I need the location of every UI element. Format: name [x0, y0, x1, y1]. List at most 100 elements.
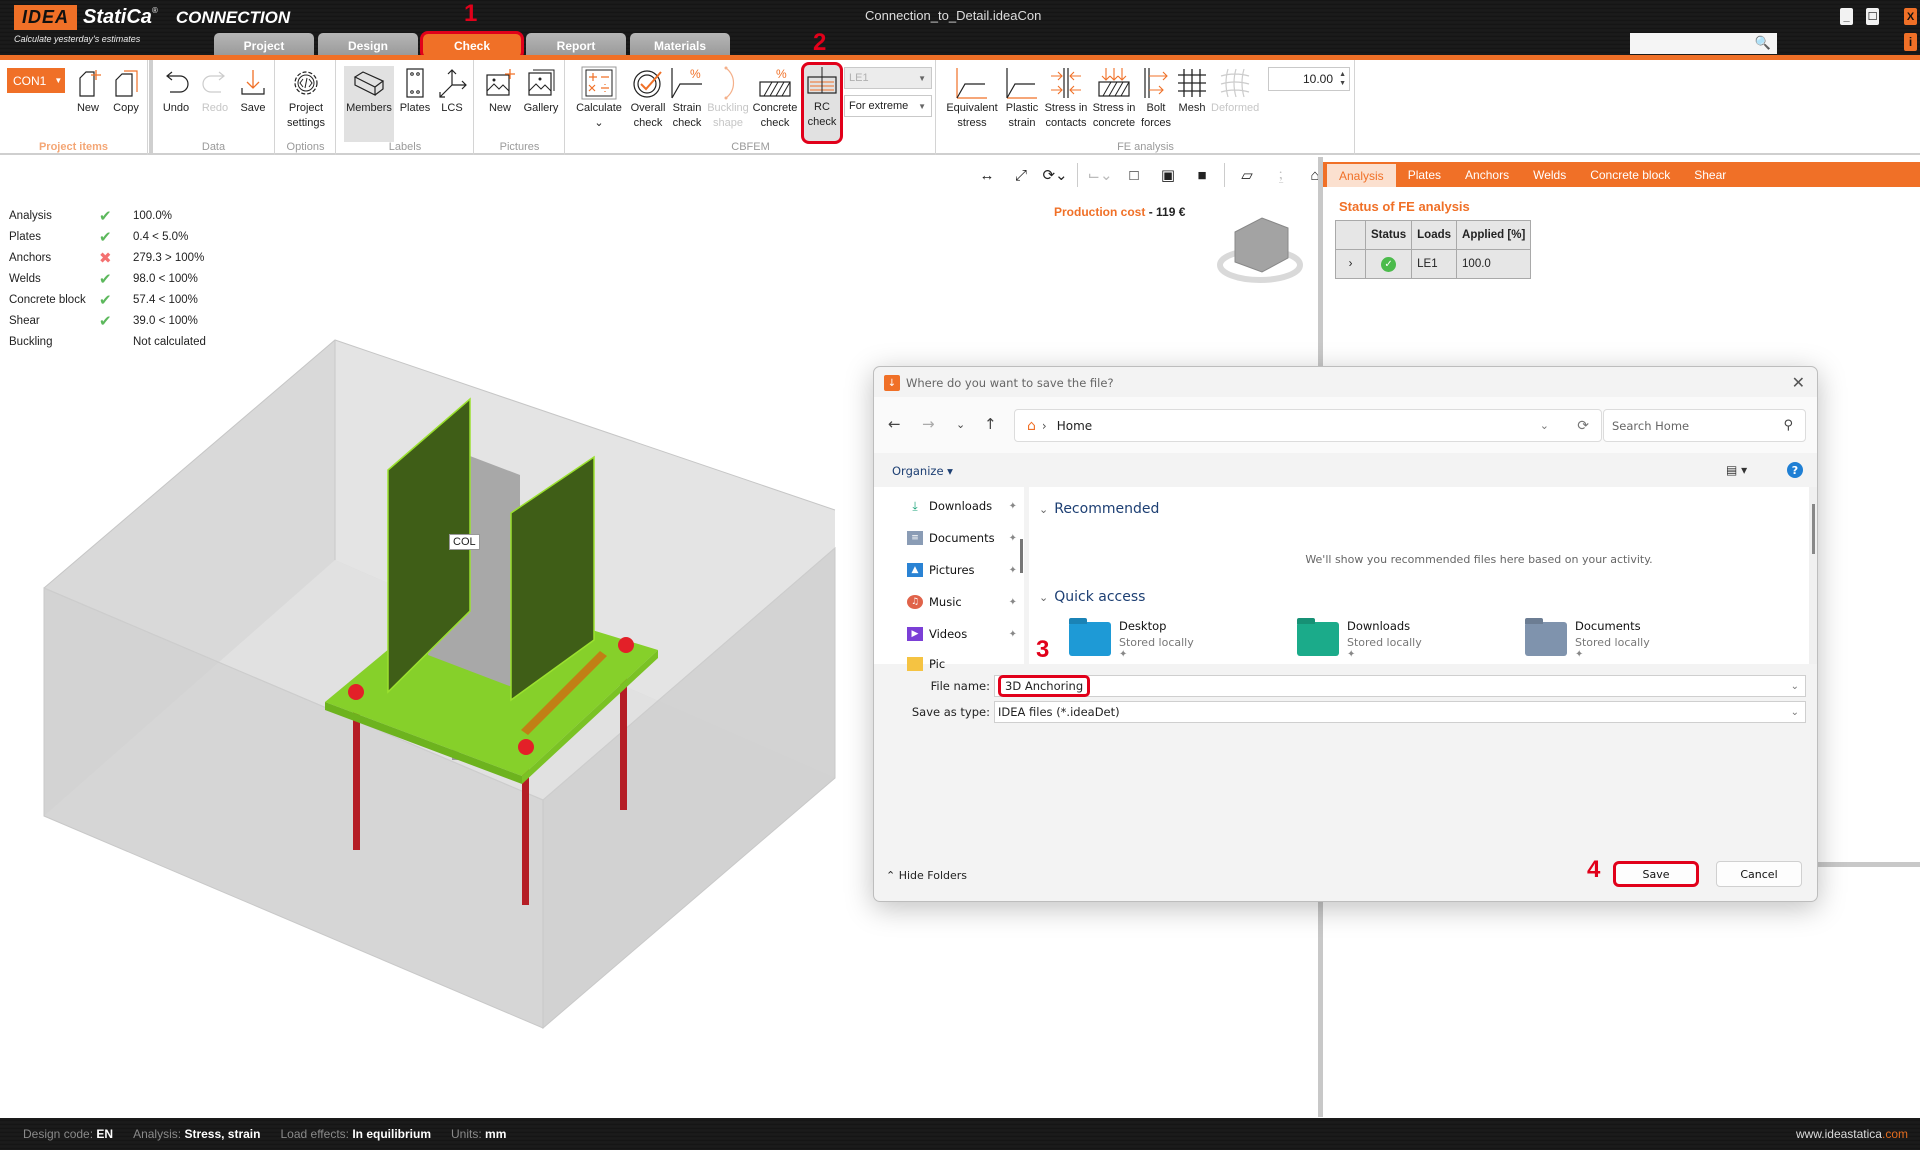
new-item-button[interactable]: New [70, 66, 106, 116]
horizontal-splitter[interactable] [1818, 862, 1920, 867]
dialog-search-input[interactable]: Search Home ⚲ [1603, 409, 1806, 442]
close-button[interactable]: X [1904, 8, 1917, 25]
table-row[interactable]: › ✓ LE1 100.0 [1335, 249, 1532, 279]
file-name-input[interactable]: 3D Anchoring ⌄ [994, 675, 1806, 697]
rc-check-button[interactable]: RC check [801, 62, 843, 144]
transparent-icon[interactable]: ▣ [1156, 164, 1180, 186]
section-icon[interactable]: ⍮ [1269, 164, 1293, 186]
nav-item-videos[interactable]: ▶ Videos ✦ [907, 627, 1017, 641]
quick-access-section-header[interactable]: ⌄ Quick access [1039, 589, 1145, 605]
group-project-items: CON1 ▼ New Copy Project items [0, 60, 148, 155]
pin-icon: ✦ [1008, 532, 1017, 544]
quick-access-downloads[interactable]: Downloads Stored locally ✦ [1297, 619, 1422, 660]
spinner-arrows-icon[interactable]: ▲ ▼ [1339, 70, 1346, 88]
recommended-section-header[interactable]: ⌄ Recommended [1039, 501, 1159, 517]
up-icon[interactable]: ↑ [984, 415, 997, 433]
title-search-input[interactable]: 🔍 [1630, 33, 1777, 54]
equivalent-stress-button[interactable]: Equivalent stress [943, 66, 1001, 131]
concrete-check-button[interactable]: % Concrete check [751, 66, 799, 131]
new-picture-button[interactable]: New [482, 66, 518, 116]
measure-icon[interactable]: ↔ [975, 164, 999, 186]
dialog-close-icon[interactable]: ✕ [1792, 373, 1805, 392]
wireframe-icon[interactable]: □ [1122, 164, 1146, 186]
dialog-cancel-button[interactable]: Cancel [1716, 861, 1802, 887]
project-item-select[interactable]: CON1 ▼ [7, 68, 65, 93]
scrollbar-thumb[interactable] [1812, 504, 1815, 554]
plates-label-button[interactable]: Plates [398, 66, 432, 116]
breadcrumb-home[interactable]: Home [1057, 419, 1092, 433]
recent-locations-icon[interactable]: ⌄ [956, 418, 965, 431]
chevron-down-icon[interactable]: ⌄ [1540, 419, 1549, 432]
deformation-scale-input[interactable]: 10.00 ▲ ▼ [1268, 67, 1350, 91]
view-options-icon[interactable]: ▤ ▾ [1726, 463, 1747, 477]
nav-item-pic[interactable]: Pic [907, 657, 1017, 671]
summary-row[interactable]: Analysis ✔ 100.0% [9, 205, 206, 226]
results-tab-concrete-block[interactable]: Concrete block [1578, 162, 1682, 187]
help-icon[interactable]: ? [1787, 462, 1803, 478]
summary-row[interactable]: Anchors ✖ 279.3 > 100% [9, 247, 206, 268]
member-label: COL [449, 534, 480, 550]
lcs-label-button[interactable]: LCS [435, 66, 469, 116]
nav-item-downloads[interactable]: ⤓ Downloads ✦ [907, 499, 1017, 514]
navigation-scrollbar[interactable] [1020, 539, 1023, 573]
summary-row[interactable]: Welds ✔ 98.0 < 100% [9, 268, 206, 289]
summary-row[interactable]: Concrete block ✔ 57.4 < 100% [9, 289, 206, 310]
save-button[interactable]: Save [235, 66, 271, 116]
plastic-strain-button[interactable]: Plastic strain [1003, 66, 1041, 131]
rotate-icon[interactable]: ⟳⌄ [1042, 164, 1067, 186]
file-browser-scrollbar[interactable] [1809, 487, 1817, 664]
info-button[interactable]: i [1904, 33, 1917, 51]
organize-menu[interactable]: Organize ▾ [892, 464, 953, 478]
undo-button[interactable]: Undo [158, 66, 194, 116]
redo-button[interactable]: Redo [197, 66, 233, 116]
calculate-button[interactable]: Calculate ⌄ [571, 66, 627, 131]
results-tab-analysis[interactable]: Analysis [1327, 164, 1396, 187]
summary-row[interactable]: Shear ✔ 39.0 < 100% [9, 310, 206, 331]
copy-item-button[interactable]: Copy [108, 66, 144, 116]
group-label: Data [201, 141, 226, 153]
maximize-button[interactable]: ☐ [1866, 8, 1879, 25]
extreme-select[interactable]: For extreme ▼ [844, 95, 932, 117]
overall-check-button[interactable]: Overall check [628, 66, 668, 131]
dialog-save-button[interactable]: Save [1613, 861, 1699, 887]
deformed-button[interactable]: Deformed [1211, 66, 1259, 116]
load-effect-select[interactable]: LE1 ▼ [844, 67, 932, 89]
forward-icon[interactable]: → [922, 415, 935, 433]
nav-item-music[interactable]: ♫ Music ✦ [907, 595, 1017, 609]
solid-icon[interactable]: ■ [1190, 164, 1214, 186]
save-type-select[interactable]: IDEA files (*.ideaDet) ⌄ [994, 701, 1806, 723]
gallery-button[interactable]: Gallery [521, 66, 561, 116]
group-label: FE analysis [1117, 141, 1174, 153]
mesh-button[interactable]: Mesh [1175, 66, 1209, 116]
quick-access-documents[interactable]: Documents Stored locally ✦ [1525, 619, 1650, 660]
summary-row[interactable]: Buckling Not calculated [9, 331, 206, 352]
expand-row-icon[interactable]: › [1335, 249, 1366, 279]
zoom-extents-icon[interactable]: ⤢ [1009, 164, 1033, 186]
chevron-down-icon[interactable]: ⌄ [1791, 681, 1799, 692]
view-box-icon[interactable]: ▱ [1235, 164, 1259, 186]
bolt-forces-button[interactable]: Bolt forces [1139, 66, 1173, 131]
quick-access-desktop[interactable]: Desktop Stored locally ✦ [1069, 619, 1194, 660]
project-settings-button[interactable]: Project settings [281, 66, 331, 131]
back-icon[interactable]: ← [888, 415, 901, 433]
stress-in-contacts-button[interactable]: Stress in contacts [1043, 66, 1089, 131]
results-tab-plates[interactable]: Plates [1396, 162, 1453, 187]
minimize-button[interactable]: _ [1840, 8, 1853, 25]
crop-icon[interactable]: ⌙⌄ [1087, 164, 1112, 186]
nav-item-documents[interactable]: ≡ Documents ✦ [907, 531, 1017, 545]
buckling-shape-button[interactable]: Buckling shape [706, 66, 750, 131]
results-tab-welds[interactable]: Welds [1521, 162, 1578, 187]
status-design-code: Design code: EN [23, 1127, 114, 1141]
members-label-button[interactable]: Members [344, 66, 394, 142]
results-tab-anchors[interactable]: Anchors [1453, 162, 1521, 187]
strain-check-button[interactable]: % Strain check [669, 66, 705, 131]
hide-folders-button[interactable]: ⌃ Hide Folders [886, 869, 967, 882]
nav-item-pictures[interactable]: ▲ Pictures ✦ [907, 563, 1017, 577]
stress-in-concrete-button[interactable]: Stress in concrete [1090, 66, 1138, 131]
results-tab-shear[interactable]: Shear [1682, 162, 1738, 187]
summary-row[interactable]: Plates ✔ 0.4 < 5.0% [9, 226, 206, 247]
address-bar[interactable]: ⌂ › Home ⌄ ⟳ [1014, 409, 1602, 442]
refresh-icon[interactable]: ⟳ [1577, 418, 1589, 434]
website-link[interactable]: www.ideastatica.com [1796, 1127, 1908, 1141]
chevron-down-icon[interactable]: ⌄ [1791, 707, 1799, 718]
